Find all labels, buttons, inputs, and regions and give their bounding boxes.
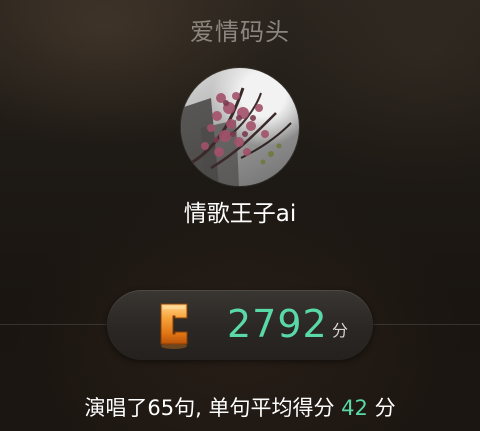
summary-text: 演唱了65句, 单句平均得分	[84, 396, 335, 420]
song-title: 爱情码头	[190, 18, 290, 46]
performance-summary: 演唱了65句, 单句平均得分 42 分	[0, 392, 480, 422]
grade-c-badge-icon	[155, 300, 193, 350]
summary-unit: 分	[374, 396, 396, 420]
score-unit: 分	[332, 321, 349, 340]
total-score: 2792	[227, 302, 328, 346]
score-panel: 2792 分	[107, 290, 373, 360]
username: 情歌王子ai	[183, 201, 297, 227]
avatar-photo	[181, 87, 292, 186]
average-score: 42	[341, 396, 368, 420]
user-avatar[interactable]	[181, 68, 299, 186]
